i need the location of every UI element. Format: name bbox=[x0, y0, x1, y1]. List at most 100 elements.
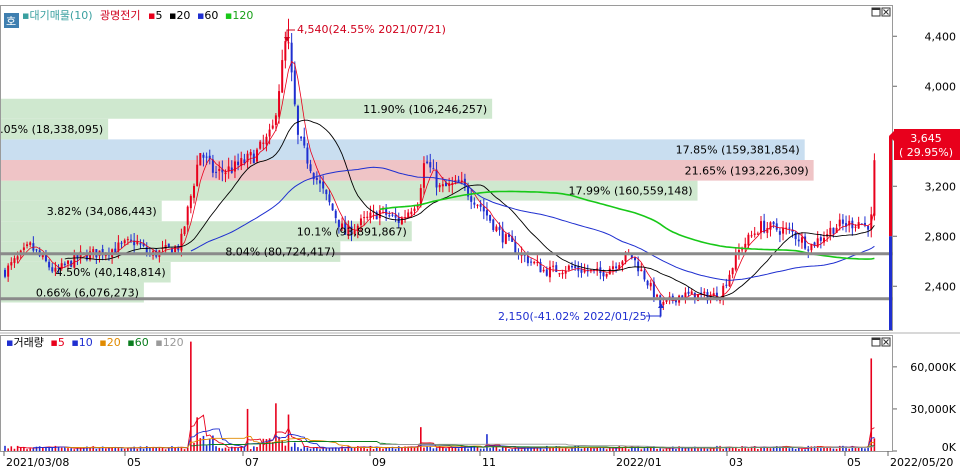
volume-tick-label: 30,000K bbox=[910, 403, 956, 416]
candle-body bbox=[495, 226, 498, 232]
price-tick-label: 2,800 bbox=[925, 230, 957, 243]
volume-bar bbox=[328, 448, 331, 451]
band-label: 21.65% (193,226,309) bbox=[685, 164, 809, 177]
candle-body bbox=[196, 164, 199, 187]
volume-bar bbox=[174, 447, 176, 451]
volume-bar bbox=[820, 448, 822, 451]
candle-body bbox=[7, 265, 10, 277]
volume-bar bbox=[511, 449, 513, 451]
volume-bar bbox=[741, 446, 743, 451]
volume-bar bbox=[757, 448, 759, 451]
legend-ma5[interactable]: 5 bbox=[155, 9, 162, 22]
volume-bar bbox=[627, 449, 630, 451]
candle-body bbox=[725, 284, 728, 286]
candle-body bbox=[760, 221, 762, 233]
volume-bar bbox=[171, 446, 173, 451]
legend-vol20[interactable]: 20 bbox=[107, 336, 121, 349]
candle-body bbox=[359, 218, 362, 226]
legend-volume: ▪거래량 ▪5 ▪10 ▪20 ▪60 ▪120 bbox=[6, 336, 184, 349]
candle-body bbox=[646, 280, 649, 286]
band-label: 17.85% (159,381,854) bbox=[676, 144, 800, 157]
volume-bar bbox=[505, 447, 507, 451]
legend-vol10[interactable]: 10 bbox=[79, 336, 93, 349]
volume-bar bbox=[278, 436, 280, 451]
volume-bar bbox=[492, 446, 495, 451]
volume-bar bbox=[158, 447, 161, 451]
volume-bar bbox=[703, 447, 706, 451]
x-tick-label: 2022/01 bbox=[616, 456, 662, 468]
legend-vol60[interactable]: 60 bbox=[135, 336, 149, 349]
candle-body bbox=[16, 256, 19, 260]
volume-bar bbox=[854, 447, 857, 451]
candle-body bbox=[800, 237, 803, 243]
candle-body bbox=[873, 160, 876, 216]
candle-body bbox=[438, 185, 441, 188]
candle-body bbox=[48, 261, 51, 268]
candle-body bbox=[218, 169, 221, 171]
volume-bar bbox=[149, 447, 151, 451]
candle-body bbox=[530, 261, 533, 263]
candle-body bbox=[35, 249, 38, 251]
candle-body bbox=[26, 244, 29, 247]
candle-body bbox=[296, 105, 299, 135]
candle-body bbox=[514, 241, 517, 254]
volume-bar bbox=[542, 449, 545, 451]
volume-bar bbox=[136, 448, 139, 451]
legend-ma60[interactable]: 60 bbox=[204, 9, 218, 22]
legend-vol120[interactable]: 120 bbox=[163, 336, 184, 349]
candle-body bbox=[605, 273, 608, 277]
candle-body bbox=[202, 154, 205, 158]
candle-body bbox=[476, 204, 479, 206]
volume-bar bbox=[420, 427, 422, 451]
candle-body bbox=[186, 206, 189, 225]
volume-bar bbox=[300, 448, 302, 451]
candle-body bbox=[819, 237, 822, 241]
candle-body bbox=[388, 215, 391, 217]
volume-bar bbox=[319, 449, 321, 451]
legend-prefix: ▪대기매물(10) bbox=[22, 9, 93, 22]
candle-body bbox=[637, 261, 640, 272]
volume-bar bbox=[218, 447, 220, 451]
candle-body bbox=[492, 219, 495, 231]
candle-body bbox=[22, 247, 25, 250]
candle-body bbox=[287, 42, 290, 44]
legend-ma20[interactable]: 20 bbox=[176, 9, 190, 22]
candle-body bbox=[120, 242, 123, 244]
candle-body bbox=[199, 153, 202, 166]
volume-bar bbox=[432, 448, 435, 451]
volume-bar bbox=[706, 448, 709, 451]
volume-bar bbox=[145, 446, 148, 451]
volume-bar bbox=[190, 341, 192, 451]
volume-bar bbox=[23, 447, 25, 451]
legend-vol60-marker: ▪ bbox=[127, 336, 134, 349]
volume-bar bbox=[111, 447, 113, 451]
volume-bar bbox=[835, 448, 838, 451]
candle-body bbox=[485, 210, 488, 216]
volume-bar bbox=[690, 448, 693, 451]
legend-vol120-marker: ▪ bbox=[155, 336, 162, 349]
candle-body bbox=[400, 217, 403, 225]
volume-bar bbox=[530, 448, 532, 451]
legend-ma120-marker: ▪ bbox=[225, 9, 232, 22]
candle-body bbox=[274, 115, 277, 125]
volume-bar bbox=[457, 448, 460, 451]
candle-body bbox=[211, 159, 214, 173]
legend-badge[interactable]: 호 bbox=[6, 15, 16, 28]
x-tick-label: 2021/03/08 bbox=[6, 456, 69, 468]
candle-body bbox=[778, 231, 781, 235]
candle-body bbox=[580, 269, 583, 273]
volume-bar bbox=[489, 448, 491, 451]
volume-bar bbox=[864, 448, 866, 451]
volume-bar bbox=[467, 448, 469, 451]
volume-bar bbox=[256, 446, 258, 451]
volume-bar bbox=[353, 447, 356, 451]
volume-bar bbox=[382, 448, 384, 451]
candle-body bbox=[413, 208, 416, 212]
volume-bar bbox=[738, 449, 740, 451]
candle-body bbox=[567, 265, 570, 270]
candle-body bbox=[233, 161, 236, 172]
legend-ma120[interactable]: 120 bbox=[232, 9, 253, 22]
candle-body bbox=[407, 212, 410, 218]
legend-stock[interactable]: 광명전기 bbox=[100, 9, 140, 22]
legend-vol5[interactable]: 5 bbox=[58, 336, 65, 349]
